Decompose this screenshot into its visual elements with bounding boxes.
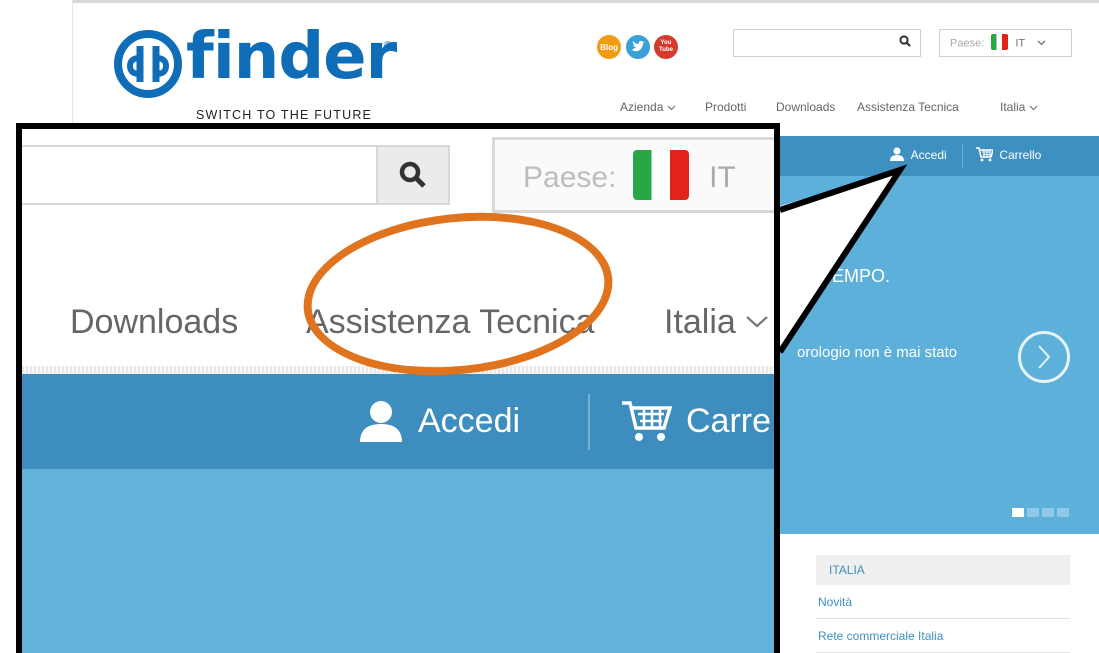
twitter-bird-icon	[631, 41, 645, 52]
zoomed-search-button[interactable]	[376, 145, 450, 205]
zoomed-account-bar: Accedi Carre	[22, 374, 774, 469]
zoomed-account-divider	[588, 394, 590, 450]
zoomed-nav-downloads[interactable]: Downloads	[70, 303, 238, 342]
chevron-down-icon	[746, 316, 769, 328]
top-divider	[72, 0, 1099, 3]
logo-tagline: SWITCH TO THE FUTURE	[196, 108, 373, 122]
slide-dot[interactable]	[1057, 508, 1069, 517]
user-icon	[890, 147, 904, 161]
flag-italy-icon	[991, 34, 1009, 50]
sidebar-italia: ITALIA Novità Rete commerciale Italia	[816, 555, 1070, 653]
search-icon[interactable]	[899, 35, 911, 50]
login-link[interactable]: Accedi	[890, 147, 947, 162]
account-bar: Accedi Carrello	[770, 136, 1099, 176]
slide-dot[interactable]	[1042, 508, 1054, 517]
left-divider	[72, 0, 73, 140]
finder-logo-mark-icon	[114, 30, 182, 98]
arrow-right-icon	[1038, 345, 1051, 369]
nav-italia[interactable]: Italia	[1000, 100, 1038, 114]
zoomed-divider	[22, 366, 774, 374]
slide-dot[interactable]	[1012, 508, 1024, 517]
country-label: Paese:	[950, 37, 985, 50]
chevron-down-icon	[1037, 37, 1046, 49]
slide-indicator	[1012, 508, 1069, 517]
nav-prodotti[interactable]: Prodotti	[705, 100, 746, 114]
zoomed-cart-link[interactable]: Carre	[622, 399, 771, 443]
country-code: IT	[1015, 37, 1025, 50]
nav-italia-label: Italia	[1000, 100, 1026, 114]
registered-mark: ®	[384, 40, 392, 51]
zoomed-nav-assistenza-tecnica[interactable]: Assistenza Tecnica	[306, 303, 595, 342]
zoom-callout: Paese: IT Downloads Assistenza Tecnica I…	[16, 123, 780, 653]
zoomed-nav-italia-label: Italia	[664, 303, 736, 341]
slide-dot[interactable]	[1027, 508, 1039, 517]
zoomed-country-code: IT	[709, 160, 736, 194]
zoomed-login-link[interactable]: Accedi	[360, 399, 520, 443]
hero-title: EMPO.	[832, 266, 891, 286]
cart-link[interactable]: Carrello	[976, 147, 1041, 162]
chevron-down-icon	[1029, 105, 1038, 111]
chevron-down-icon	[667, 105, 676, 111]
nav-assistenza-tecnica[interactable]: Assistenza Tecnica	[857, 100, 959, 114]
youtube-icon[interactable]: You Tube	[654, 35, 678, 59]
zoomed-login-label: Accedi	[418, 401, 521, 440]
zoomed-hero	[22, 469, 774, 653]
blog-icon[interactable]: Blog	[597, 35, 621, 59]
logo-wordmark: finder	[186, 20, 397, 94]
sidebar-item-rete-commerciale[interactable]: Rete commerciale Italia	[816, 619, 1070, 653]
search-icon	[399, 161, 426, 188]
country-selector[interactable]: Paese: IT	[939, 29, 1072, 57]
user-icon	[360, 401, 402, 442]
zoomed-country-selector[interactable]: Paese: IT	[492, 137, 774, 213]
hero-subtitle: orologio non è mai stato	[797, 344, 958, 361]
nav-downloads[interactable]: Downloads	[776, 100, 835, 114]
zoomed-country-label: Paese:	[523, 160, 617, 194]
finder-logo[interactable]: finder ® SWITCH TO THE FUTURE	[112, 20, 412, 122]
cart-icon	[622, 401, 672, 441]
sidebar-item-novita[interactable]: Novità	[816, 585, 1070, 619]
zoomed-cart-label: Carre	[686, 401, 772, 440]
sidebar-heading: ITALIA	[816, 555, 1070, 585]
nav-azienda-label: Azienda	[620, 100, 664, 114]
login-label: Accedi	[910, 148, 947, 162]
search-input[interactable]	[733, 29, 921, 57]
flag-italy-icon	[632, 150, 689, 200]
next-slide-button[interactable]	[1018, 331, 1070, 383]
nav-azienda[interactable]: Azienda	[620, 100, 676, 114]
zoomed-nav-italia[interactable]: Italia	[664, 303, 769, 342]
account-divider	[962, 144, 963, 168]
cart-icon	[976, 147, 994, 162]
cart-label: Carrello	[999, 148, 1042, 162]
twitter-icon[interactable]	[626, 35, 650, 59]
